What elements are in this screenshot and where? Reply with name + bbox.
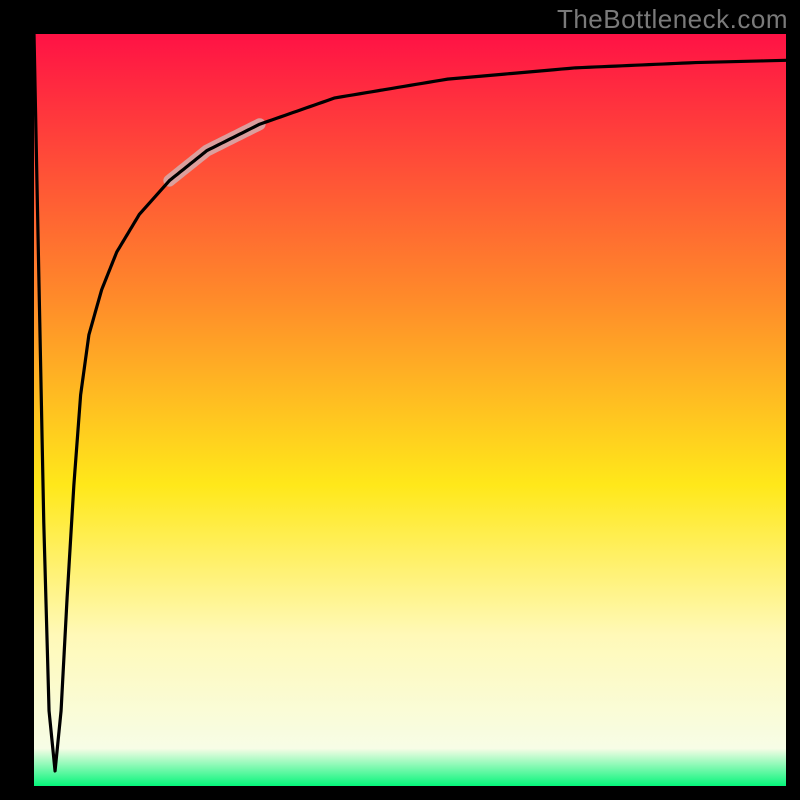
watermark-text: TheBottleneck.com [557,4,788,35]
chart-stage: TheBottleneck.com [0,0,800,800]
chart-svg [0,0,800,800]
plot-background [34,34,786,786]
